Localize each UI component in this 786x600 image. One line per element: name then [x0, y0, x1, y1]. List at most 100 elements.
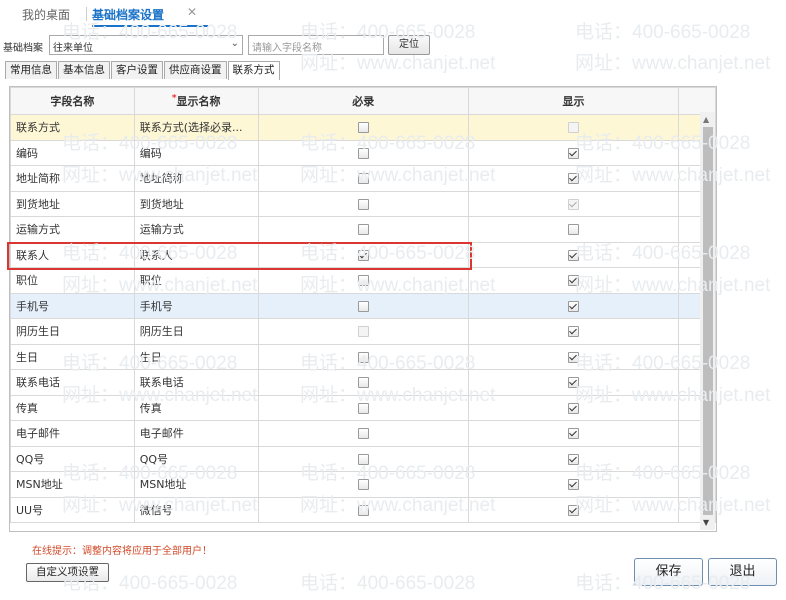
cell-display-name[interactable]: 阴历生日 — [133, 318, 259, 345]
required-cell — [257, 394, 469, 421]
exit-button[interactable]: 退出 — [708, 558, 777, 586]
required-checkbox[interactable] — [357, 504, 369, 516]
cell-field-name: 阴历生日 — [10, 318, 135, 345]
show-checkbox[interactable] — [568, 275, 579, 287]
cell-display-name[interactable]: 地址简称 — [133, 165, 259, 192]
table-body: 联系方式 联系方式(选择必录... 编码 编码 地址简称 地址简称 到货地址 到货地址 运输方式… — [10, 114, 716, 523]
table-row[interactable]: 手机号 手机号 — [10, 292, 716, 319]
subtab-contact-info[interactable]: 联系方式 — [227, 61, 280, 80]
required-checkbox[interactable] — [357, 402, 369, 414]
required-checkbox[interactable] — [357, 351, 369, 363]
table-row[interactable]: 电子邮件 电子邮件 — [10, 420, 716, 447]
show-checkbox[interactable] — [568, 479, 579, 491]
show-cell — [467, 190, 680, 217]
show-checkbox[interactable] — [568, 300, 579, 312]
table-row[interactable]: 联系方式 联系方式(选择必录... — [10, 114, 716, 141]
cell-display-name[interactable]: 微信号 — [133, 496, 259, 523]
table-row[interactable]: 阴历生日 阴历生日 — [10, 318, 716, 345]
required-checkbox[interactable] — [357, 300, 369, 312]
cell-field-name: QQ号 — [10, 445, 135, 472]
subtab-supplier-settings[interactable]: 供应商设置 — [164, 61, 227, 79]
save-button[interactable]: 保存 — [634, 558, 703, 586]
scroll-down-icon[interactable]: ▼ — [703, 518, 709, 527]
cell-display-name[interactable]: 联系电话 — [133, 369, 259, 396]
subtab-common-info[interactable]: 常用信息 — [5, 61, 57, 79]
show-cell — [467, 445, 680, 472]
required-checkbox[interactable] — [357, 275, 369, 287]
locate-button[interactable]: 定位 — [388, 35, 430, 55]
subtab-basic-info[interactable]: 基本信息 — [58, 61, 110, 79]
table-row[interactable]: UU号 微信号 — [10, 496, 716, 523]
sub-tab-bar: 常用信息 基本信息 客户设置 供应商设置 联系方式 — [5, 61, 281, 80]
table-row[interactable]: 传真 传真 — [10, 394, 716, 421]
table-row[interactable]: 编码 编码 — [10, 139, 716, 166]
col-header-blank — [678, 87, 716, 115]
cell-display-name[interactable]: 生日 — [133, 343, 259, 370]
cell-field-name: 联系方式 — [10, 114, 135, 141]
show-checkbox[interactable] — [568, 326, 579, 338]
required-checkbox[interactable] — [357, 224, 369, 236]
cell-display-name[interactable]: 到货地址 — [133, 190, 259, 217]
table-row[interactable]: 生日 生日 — [10, 343, 716, 370]
cell-display-name[interactable]: MSN地址 — [133, 471, 259, 498]
required-cell — [257, 190, 469, 217]
show-checkbox[interactable] — [568, 351, 579, 363]
cell-display-name[interactable]: QQ号 — [133, 445, 259, 472]
cell-field-name: 手机号 — [10, 292, 135, 319]
scrollbar-thumb[interactable] — [703, 127, 713, 515]
required-cell — [257, 445, 469, 472]
archive-select[interactable]: 往来单位 ⌄ — [49, 35, 243, 55]
tab-basic-archive-settings[interactable]: 基础档案设置 — [92, 6, 164, 23]
col-header-display-name: *显示名称 — [133, 87, 259, 115]
table-row[interactable]: 联系电话 联系电话 — [10, 369, 716, 396]
required-checkbox[interactable] — [357, 428, 369, 440]
show-checkbox[interactable] — [568, 173, 579, 185]
cell-display-name[interactable]: 编码 — [133, 139, 259, 166]
cell-field-name: 编码 — [10, 139, 135, 166]
subtab-customer-settings[interactable]: 客户设置 — [111, 61, 163, 79]
show-checkbox[interactable] — [568, 504, 579, 516]
show-checkbox[interactable] — [568, 428, 579, 440]
table-row[interactable]: 到货地址 到货地址 — [10, 190, 716, 217]
table-row[interactable]: MSN地址 MSN地址 — [10, 471, 716, 498]
show-checkbox[interactable] — [568, 377, 579, 389]
field-search-placeholder: 请输入字段名称 — [252, 43, 322, 54]
show-checkbox[interactable] — [568, 147, 579, 159]
required-cell — [257, 292, 469, 319]
close-icon[interactable]: ✕ — [187, 5, 197, 19]
table-row[interactable]: 联系人 联系人 — [10, 241, 716, 268]
required-checkbox[interactable] — [357, 173, 369, 185]
custom-fields-button[interactable]: 自定义项设置 — [26, 563, 109, 582]
col-header-display-label: 显示名称 — [176, 95, 221, 108]
table-row[interactable]: 职位 职位 — [10, 267, 716, 294]
required-checkbox[interactable] — [357, 147, 369, 159]
show-checkbox[interactable] — [568, 224, 579, 236]
scroll-up-icon[interactable]: ▲ — [703, 115, 709, 124]
cell-field-name: 运输方式 — [10, 216, 135, 243]
table-row[interactable]: 地址简称 地址简称 — [10, 165, 716, 192]
required-checkbox[interactable] — [357, 453, 369, 465]
cell-display-name[interactable]: 传真 — [133, 394, 259, 421]
cell-display-name[interactable]: 电子邮件 — [133, 420, 259, 447]
cell-field-name: 职位 — [10, 267, 135, 294]
cell-display-name[interactable]: 运输方式 — [133, 216, 259, 243]
tab-my-desktop[interactable]: 我的桌面 — [22, 6, 70, 23]
required-checkbox[interactable] — [357, 122, 369, 134]
required-checkbox[interactable] — [357, 377, 369, 389]
required-checkbox[interactable] — [357, 479, 369, 491]
cell-display-name[interactable]: 手机号 — [133, 292, 259, 319]
show-checkbox[interactable] — [568, 249, 579, 261]
show-checkbox[interactable] — [568, 402, 579, 414]
cell-display-name[interactable]: 联系人 — [133, 241, 259, 268]
table-row[interactable]: 运输方式 运输方式 — [10, 216, 716, 243]
table-row[interactable]: QQ号 QQ号 — [10, 445, 716, 472]
vertical-scrollbar[interactable]: ▲ ▼ — [700, 112, 715, 530]
cell-display-name[interactable]: 联系方式(选择必录... — [133, 114, 259, 141]
col-header-field-name: 字段名称 — [10, 87, 135, 115]
required-checkbox[interactable] — [357, 249, 369, 261]
required-checkbox[interactable] — [357, 198, 369, 210]
cell-display-name[interactable]: 职位 — [133, 267, 259, 294]
show-cell — [467, 267, 680, 294]
field-search-input[interactable]: 请输入字段名称 — [248, 35, 384, 55]
show-checkbox[interactable] — [568, 453, 579, 465]
